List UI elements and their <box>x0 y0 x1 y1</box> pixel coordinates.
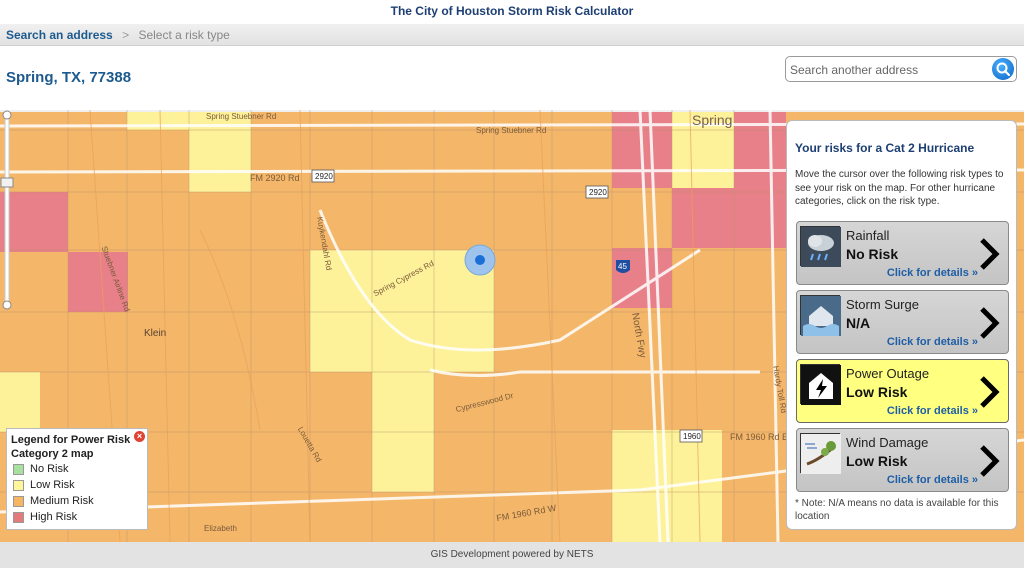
risk-card-level: Low Risk <box>846 384 908 400</box>
chevron-right-icon <box>980 238 1000 270</box>
rain-cloud-icon <box>800 226 841 267</box>
search-box <box>785 56 1017 82</box>
legend-label: No Risk <box>30 463 69 475</box>
risk-card-name: Rainfall <box>846 228 890 243</box>
risk-card-level: N/A <box>846 315 871 331</box>
legend-swatch <box>13 511 24 523</box>
details-link[interactable]: Click for details » <box>887 336 978 348</box>
footer: GIS Development powered by NETS <box>0 542 1024 568</box>
legend-swatch <box>13 495 24 507</box>
map-label-spring-stuebner: Spring Stuebner Rd <box>206 112 277 121</box>
risk-card-level: Low Risk <box>846 453 908 469</box>
lightning-icon <box>800 364 841 405</box>
map-label-fm1960: FM 1960 Rd E <box>730 432 789 442</box>
map-label-spring: Spring <box>692 112 733 128</box>
risk-card-wind-damage[interactable]: Wind Damage Low Risk Click for details » <box>796 428 1009 492</box>
details-link[interactable]: Click for details » <box>887 267 978 279</box>
shield-45: 45 <box>618 262 627 271</box>
header: Spring, TX, 77388 <box>0 47 1024 110</box>
wind-tree-icon <box>800 433 841 474</box>
breadcrumb-separator: > <box>122 28 130 42</box>
panel-intro: Move the cursor over the following risk … <box>795 169 1004 207</box>
details-link[interactable]: Click for details » <box>887 474 978 486</box>
legend-item-medium-risk: Medium Risk <box>11 493 143 509</box>
shield-2920-a: 2920 <box>315 172 333 181</box>
breadcrumb-search-address[interactable]: Search an address <box>6 28 113 42</box>
shield-1960: 1960 <box>683 432 701 441</box>
risk-card-level: No Risk <box>846 246 899 262</box>
legend-item-low-risk: Low Risk <box>11 477 143 493</box>
breadcrumb-select-risk: Select a risk type <box>138 28 230 42</box>
breadcrumb: Search an address > Select a risk type <box>0 24 1024 46</box>
map-label-klein: Klein <box>144 328 167 339</box>
shield-2920-b: 2920 <box>589 188 607 197</box>
search-input[interactable] <box>790 61 986 78</box>
legend: × Legend for Power Risk Category 2 map N… <box>6 428 148 530</box>
legend-label: Low Risk <box>30 479 75 491</box>
location-title: Spring, TX, 77388 <box>6 69 132 86</box>
map-label-elizabeth: Elizabeth <box>204 524 237 533</box>
flooded-house-icon <box>800 295 841 336</box>
risk-card-rainfall[interactable]: Rainfall No Risk Click for details » <box>796 221 1009 285</box>
map-label-spring-stuebner-2: Spring Stuebner Rd <box>476 126 547 135</box>
chevron-right-icon <box>980 307 1000 339</box>
legend-label: High Risk <box>30 511 78 523</box>
risk-card-name: Storm Surge <box>846 297 919 312</box>
details-link[interactable]: Click for details » <box>887 405 978 417</box>
legend-item-no-risk: No Risk <box>11 461 143 477</box>
app-title: The City of Houston Storm Risk Calculato… <box>0 0 1024 24</box>
legend-label: Medium Risk <box>30 495 94 507</box>
chevron-right-icon <box>980 376 1000 408</box>
search-button[interactable] <box>992 58 1014 80</box>
legend-swatch <box>13 479 24 491</box>
legend-close-button[interactable]: × <box>134 431 145 442</box>
chevron-right-icon <box>980 445 1000 477</box>
map-label-fm2920: FM 2920 Rd <box>250 173 300 183</box>
risk-card-name: Wind Damage <box>846 435 929 450</box>
risk-card-storm-surge[interactable]: Storm Surge N/A Click for details » <box>796 290 1009 354</box>
risk-card-name: Power Outage <box>846 366 930 381</box>
legend-item-high-risk: High Risk <box>11 509 143 525</box>
legend-title: Legend for Power Risk <box>11 434 131 446</box>
risk-panel: Your risks for a Cat 2 Hurricane Move th… <box>786 120 1017 530</box>
zoom-slider[interactable] <box>0 110 14 310</box>
na-note: * Note: N/A means no data is available f… <box>795 498 999 522</box>
legend-swatch <box>13 463 24 475</box>
risk-card-power-outage[interactable]: Power Outage Low Risk Click for details … <box>796 359 1009 423</box>
legend-subtitle: Category 2 map <box>11 448 94 460</box>
panel-title: Your risks for a Cat 2 Hurricane <box>795 141 975 155</box>
search-icon <box>996 62 1011 77</box>
